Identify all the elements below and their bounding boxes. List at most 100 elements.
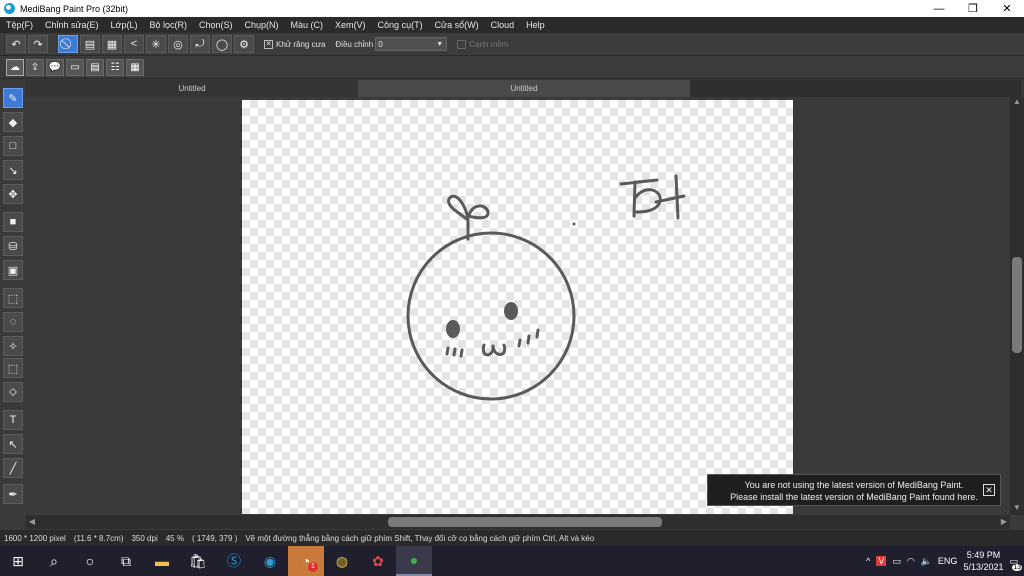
cloud-toolbar: ☁ ⇪ 💬 ▭ ▤ ☷ ▦ [0, 56, 1024, 79]
snap-off-icon[interactable]: ⃠ [58, 35, 78, 53]
concentric-snap-icon[interactable]: ◎ [168, 35, 188, 53]
curve-snap-icon[interactable]: ⤾ [190, 35, 210, 53]
menu-select[interactable]: Chọn(S) [193, 20, 239, 30]
clock[interactable]: 5:49 PM 5/13/2021 [963, 549, 1003, 573]
wifi-icon[interactable]: ◠ [907, 556, 915, 567]
share-icon[interactable]: ⇪ [26, 58, 44, 76]
menu-window[interactable]: Cửa sổ(W) [429, 20, 485, 30]
store-icon[interactable]: 🛍 [180, 546, 216, 576]
file-explorer-icon[interactable]: ▬ [144, 546, 180, 576]
select-pen-icon[interactable]: ⬚ [3, 358, 23, 378]
redo-icon[interactable]: ↷ [28, 35, 48, 53]
fill-rect-tool-icon[interactable]: ■ [3, 212, 23, 232]
line-brush-icon[interactable]: ↘ [3, 160, 23, 180]
eyedropper-icon[interactable]: ✒ [3, 484, 23, 504]
scroll-right-icon[interactable]: ▶ [998, 515, 1010, 529]
comment-icon[interactable]: ▭ [66, 58, 84, 76]
notice-line-1: You are not using the latest version of … [744, 480, 964, 490]
settings-gear-icon[interactable]: ⚙ [234, 35, 254, 53]
chevron-up-icon[interactable]: ^ [866, 556, 870, 566]
battery-icon[interactable]: ▭ [892, 556, 901, 567]
speech-bubble-icon[interactable]: 💬 [46, 58, 64, 76]
vivaldi-tray-icon[interactable]: V [876, 556, 887, 566]
restore-button[interactable]: ❐ [956, 0, 990, 17]
notice-close-icon[interactable]: ✕ [983, 484, 995, 496]
perspective-snap-icon[interactable]: < [124, 35, 144, 53]
menu-color[interactable]: Màu (C) [285, 20, 330, 30]
skype-icon[interactable]: Ⓢ [216, 546, 252, 576]
panel-grid-icon[interactable]: ▦ [126, 58, 144, 76]
vertical-scroll-thumb[interactable] [1012, 257, 1022, 353]
update-notice[interactable]: You are not using the latest version of … [707, 474, 1001, 506]
left-blush [445, 346, 464, 358]
face-outline [406, 231, 576, 401]
horizontal-scroll-thumb[interactable] [388, 517, 662, 527]
medibang-taskbar-icon[interactable]: ● [396, 546, 432, 576]
menu-tools[interactable]: Công cụ(T) [372, 20, 429, 30]
circle-snap-icon[interactable]: ◯ [212, 35, 232, 53]
notifications-icon[interactable]: ▭ 13 [1009, 556, 1022, 571]
language-indicator[interactable]: ENG [938, 556, 958, 566]
windows-start-icon[interactable]: ⊞ [0, 546, 36, 576]
tab-untitled-1[interactable]: Untitled [26, 80, 358, 97]
horizontal-scrollbar[interactable]: ◀ ▶ [26, 515, 1010, 529]
menu-view[interactable]: Xem(V) [329, 20, 372, 30]
volume-icon[interactable]: 🔈 [921, 556, 932, 567]
undo-icon[interactable]: ↶ [6, 35, 26, 53]
bucket-tool-icon[interactable]: ⛁ [3, 236, 23, 256]
menu-cloud[interactable]: Cloud [485, 20, 521, 30]
antialias-checkbox[interactable]: ✕ [264, 39, 273, 49]
lasso-tool-icon[interactable]: ◌ [3, 312, 23, 332]
operation-tool-icon[interactable]: ↖ [3, 434, 23, 454]
scroll-down-icon[interactable]: ▼ [1010, 503, 1024, 515]
parallel-snap-icon[interactable]: ▤ [80, 35, 100, 53]
brush-tool-icon[interactable]: ✎ [3, 88, 23, 108]
app-icon[interactable]: ✿ [360, 546, 396, 576]
menu-layer[interactable]: Lớp(L) [105, 20, 144, 30]
menu-bar: Tệp(F) Chỉnh sửa(E) Lớp(L) Bộ lọc(R) Chọ… [0, 17, 1024, 33]
canvas-dpi: 350 dpi [131, 533, 158, 543]
menu-help[interactable]: Help [520, 20, 551, 30]
antialias-option[interactable]: ✕ Khử răng cưa [264, 39, 325, 49]
messenger-icon[interactable]: ◔ 1 [288, 546, 324, 576]
page-icon[interactable]: ▤ [86, 58, 104, 76]
clock-date: 5/13/2021 [963, 562, 1004, 572]
drawing-canvas[interactable] [242, 100, 793, 514]
panel-list-icon[interactable]: ☷ [106, 58, 124, 76]
edge-icon[interactable]: ◉ [252, 546, 288, 576]
grid-snap-icon[interactable]: ▦ [102, 35, 122, 53]
right-eye [504, 302, 518, 320]
close-button[interactable]: ✕ [990, 0, 1024, 17]
eraser-tool-icon[interactable]: ◆ [3, 112, 23, 132]
minimize-button[interactable]: — [922, 0, 956, 17]
scroll-left-icon[interactable]: ◀ [26, 515, 38, 529]
select-eraser-icon[interactable]: ⬦ [3, 382, 23, 402]
adjust-select[interactable]: 0 ▼ [375, 37, 448, 51]
radial-snap-icon[interactable]: ✳ [146, 35, 166, 53]
move-tool-icon[interactable]: ✥ [3, 184, 23, 204]
divide-tool-icon[interactable]: ╱ [3, 458, 23, 478]
menu-filter[interactable]: Bộ lọc(R) [143, 20, 193, 30]
gradient-tool-icon[interactable]: ▣ [3, 260, 23, 280]
magic-wand-icon[interactable]: ✧ [3, 336, 23, 356]
right-blush [517, 328, 540, 348]
scroll-up-icon[interactable]: ▲ [1010, 97, 1024, 109]
menu-file[interactable]: Tệp(F) [0, 20, 39, 30]
rectangle-tool-icon[interactable]: □ [3, 136, 23, 156]
notice-line-2[interactable]: Please install the latest version of Med… [708, 491, 1000, 503]
search-icon[interactable]: ⌕ [36, 546, 72, 576]
smooth-edge-option[interactable]: Cạnh mềm [457, 39, 508, 49]
smooth-edge-checkbox[interactable] [457, 39, 467, 49]
chrome-icon[interactable]: ◍ [324, 546, 360, 576]
vertical-scrollbar[interactable]: ▲ ▼ [1010, 97, 1024, 515]
cloud-icon[interactable]: ☁ [6, 58, 24, 76]
task-view-icon[interactable]: ⧉ [108, 546, 144, 576]
text-tool-icon[interactable]: T [3, 410, 23, 430]
menu-snap[interactable]: Chụp(N) [239, 20, 285, 30]
left-eye [446, 320, 460, 338]
cortana-icon[interactable]: ○ [72, 546, 108, 576]
tab-untitled-2[interactable]: Untitled [358, 80, 690, 97]
system-tray: ^ V ▭ ◠ 🔈 ENG 5:49 PM 5/13/2021 ▭ 13 [866, 546, 1024, 576]
select-rect-icon[interactable]: ⬚ [3, 288, 23, 308]
menu-edit[interactable]: Chỉnh sửa(E) [39, 20, 105, 30]
